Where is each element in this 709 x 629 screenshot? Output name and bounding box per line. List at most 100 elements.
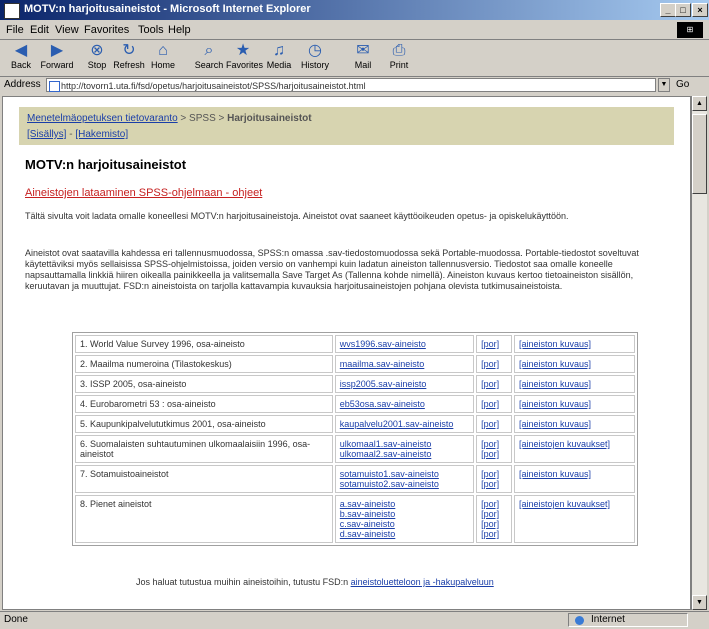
por-download-link[interactable]: [por] <box>481 449 507 459</box>
home-button[interactable]: ⌂ Home <box>146 42 180 74</box>
favorites-button[interactable]: ★ Favorites <box>226 42 263 74</box>
page-title: MOTV:n harjoitusaineistot <box>25 157 187 172</box>
toolbar: ◀ Back ▶ Forward ⊗ Stop ↻ Refresh ⌂ Home ⌕ Sea… <box>0 40 709 77</box>
por-download-link[interactable]: [por] <box>481 469 507 479</box>
breadcrumb-box: Menetelmäopetuksen tietovaranto > SPSS >… <box>19 107 674 145</box>
dataset-description-link[interactable]: [aineiston kuvaus] <box>519 399 630 409</box>
print-button[interactable]: ⎙ Print <box>382 42 416 74</box>
search-button[interactable]: ⌕ Search <box>192 42 226 74</box>
title-bar: MOTV:n harjoitusaineistot - Microsoft In… <box>0 0 709 20</box>
sav-links-cell: wvs1996.sav-aineisto <box>334 335 475 353</box>
menu-favorites[interactable]: Favorites <box>84 24 129 36</box>
por-download-link[interactable]: [por] <box>481 419 507 429</box>
description-cell: [aineiston kuvaus] <box>513 465 635 493</box>
history-icon: ◷ <box>308 42 322 59</box>
dataset-description-link[interactable]: [aineiston kuvaus] <box>519 419 630 429</box>
refresh-button[interactable]: ↻ Refresh <box>112 42 146 74</box>
description-cell: [aineiston kuvaus] <box>513 395 635 413</box>
dataset-name: 1. World Value Survey 1996, osa-aineisto <box>75 335 333 353</box>
description-cell: [aineistojen kuvaukset] <box>513 495 635 543</box>
contents-link[interactable]: [Sisällys] <box>27 129 66 140</box>
description-cell: [aineiston kuvaus] <box>513 355 635 373</box>
scroll-up-button[interactable]: ▲ <box>692 96 707 111</box>
index-link[interactable]: [Hakemisto] <box>75 129 128 140</box>
description-cell: [aineiston kuvaus] <box>513 375 635 393</box>
dataset-name: 5. Kaupunkipalvelututkimus 2001, osa-ain… <box>75 415 333 433</box>
security-zone: Internet <box>568 613 688 627</box>
dataset-description-link[interactable]: [aineistojen kuvaukset] <box>519 499 630 509</box>
address-url: http://tovorn1.uta.fi/fsd/opetus/harjoit… <box>61 81 366 91</box>
address-label: Address <box>4 79 41 90</box>
close-button[interactable]: × <box>692 3 708 17</box>
por-download-link[interactable]: [por] <box>481 529 507 539</box>
sav-links-cell: kaupalvelu2001.sav-aineisto <box>334 415 475 433</box>
catalogue-link[interactable]: aineistoluetteloon ja -hakupalveluun <box>351 577 494 587</box>
sav-download-link[interactable]: d.sav-aineisto <box>340 529 469 539</box>
description-cell: [aineiston kuvaus] <box>513 415 635 433</box>
sav-download-link[interactable]: maailma.sav-aineisto <box>340 359 469 369</box>
por-download-link[interactable]: [por] <box>481 519 507 529</box>
por-links-cell: [por] <box>476 335 512 353</box>
globe-icon <box>575 616 584 625</box>
address-dropdown-button[interactable]: ▼ <box>658 78 670 92</box>
por-download-link[interactable]: [por] <box>481 499 507 509</box>
sav-download-link[interactable]: a.sav-aineisto <box>340 499 469 509</box>
por-links-cell: [por] <box>476 375 512 393</box>
dataset-name: 6. Suomalaisten suhtautuminen ulkomaalai… <box>75 435 333 463</box>
dataset-description-link[interactable]: [aineistojen kuvaukset] <box>519 439 630 449</box>
search-icon: ⌕ <box>204 42 214 59</box>
dataset-description-link[interactable]: [aineiston kuvaus] <box>519 469 630 479</box>
description-cell: [aineiston kuvaus] <box>513 335 635 353</box>
menu-view[interactable]: View <box>55 24 79 36</box>
menu-tools[interactable]: Tools <box>138 24 164 36</box>
stop-icon: ⊗ <box>90 42 104 59</box>
maximize-button[interactable]: □ <box>675 3 691 17</box>
sav-download-link[interactable]: b.sav-aineisto <box>340 509 469 519</box>
menu-file[interactable]: File <box>6 24 24 36</box>
media-button[interactable]: ♫ Media <box>262 42 296 74</box>
por-download-link[interactable]: [por] <box>481 479 507 489</box>
history-button[interactable]: ◷ History <box>298 42 332 74</box>
forward-button[interactable]: ▶ Forward <box>40 42 74 74</box>
por-download-link[interactable]: [por] <box>481 379 507 389</box>
sav-download-link[interactable]: wvs1996.sav-aineisto <box>340 339 469 349</box>
por-download-link[interactable]: [por] <box>481 359 507 369</box>
forward-arrow-icon: ▶ <box>50 42 64 59</box>
dataset-name: 7. Sotamuistoaineistot <box>75 465 333 493</box>
por-download-link[interactable]: [por] <box>481 509 507 519</box>
mail-button[interactable]: ✉ Mail <box>346 42 380 74</box>
sav-download-link[interactable]: sotamuisto1.sav-aineisto <box>340 469 469 479</box>
vertical-scrollbar[interactable]: ▲ ▼ <box>691 96 707 610</box>
sav-download-link[interactable]: sotamuisto2.sav-aineisto <box>340 479 469 489</box>
dataset-description-link[interactable]: [aineiston kuvaus] <box>519 379 630 389</box>
address-input[interactable]: http://tovorn1.uta.fi/fsd/opetus/harjoit… <box>46 78 656 92</box>
sav-download-link[interactable]: ulkomaal1.sav-aineisto <box>340 439 469 449</box>
go-button[interactable]: Go <box>676 79 689 90</box>
sav-download-link[interactable]: eb53osa.sav-aineisto <box>340 399 469 409</box>
por-download-link[interactable]: [por] <box>481 439 507 449</box>
por-links-cell: [por] [por] <box>476 435 512 463</box>
breadcrumb-link-home[interactable]: Menetelmäopetuksen tietovaranto <box>27 113 178 124</box>
por-links-cell: [por] [por] <box>476 465 512 493</box>
sav-download-link[interactable]: c.sav-aineisto <box>340 519 469 529</box>
back-button[interactable]: ◀ Back <box>4 42 38 74</box>
dataset-description-link[interactable]: [aineiston kuvaus] <box>519 339 630 349</box>
sav-links-cell: issp2005.sav-aineisto <box>334 375 475 393</box>
dataset-description-link[interactable]: [aineiston kuvaus] <box>519 359 630 369</box>
breadcrumb-current: Harjoitusaineistot <box>227 113 312 124</box>
por-download-link[interactable]: [por] <box>481 399 507 409</box>
por-links-cell: [por] <box>476 355 512 373</box>
minimize-button[interactable]: _ <box>660 3 676 17</box>
footnote: Jos haluat tutustua muihin aineistoihin,… <box>136 577 494 587</box>
stop-button[interactable]: ⊗ Stop <box>80 42 114 74</box>
sav-download-link[interactable]: kaupalvelu2001.sav-aineisto <box>340 419 469 429</box>
scrollbar-thumb[interactable] <box>692 114 707 194</box>
menu-edit[interactable]: Edit <box>30 24 49 36</box>
sav-download-link[interactable]: ulkomaal2.sav-aineisto <box>340 449 469 459</box>
scroll-down-button[interactable]: ▼ <box>692 595 707 610</box>
sav-download-link[interactable]: issp2005.sav-aineisto <box>340 379 469 389</box>
sav-links-cell: ulkomaal1.sav-aineisto ulkomaal2.sav-aine… <box>334 435 475 463</box>
instructions-link[interactable]: Aineistojen lataaminen SPSS-ohjelmaan - … <box>25 187 262 199</box>
por-download-link[interactable]: [por] <box>481 339 507 349</box>
menu-help[interactable]: Help <box>168 24 191 36</box>
